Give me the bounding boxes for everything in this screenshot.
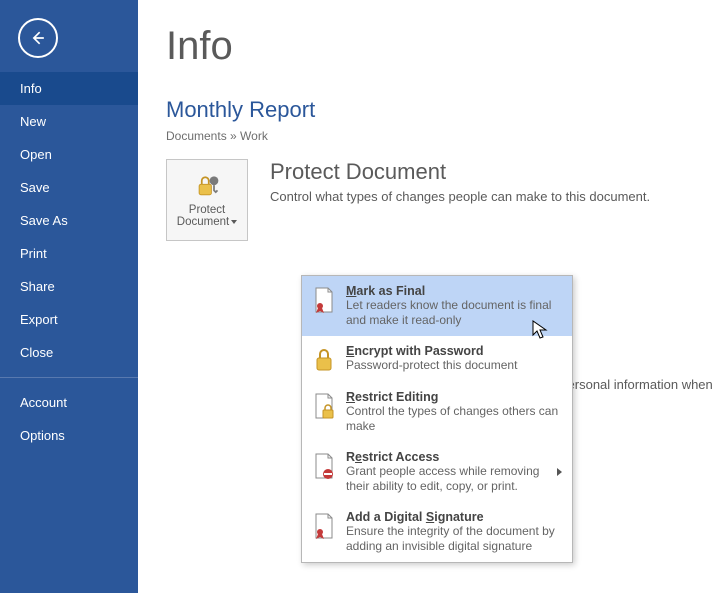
- menu-item-mark-as-final[interactable]: Mark as Final Let readers know the docum…: [302, 276, 572, 336]
- back-button[interactable]: [18, 18, 58, 58]
- sidebar-items: Info New Open Save Save As Print Share E…: [0, 72, 138, 452]
- protect-document-button-label: Protect Document: [167, 204, 247, 228]
- sidebar-item-open[interactable]: Open: [0, 138, 138, 171]
- sidebar-item-options[interactable]: Options: [0, 419, 138, 452]
- protect-card-desc: Control what types of changes people can…: [270, 189, 650, 204]
- chevron-right-icon: [556, 450, 562, 494]
- menu-item-label: Restrict Access: [346, 450, 556, 464]
- sidebar-item-save-as[interactable]: Save As: [0, 204, 138, 237]
- back-arrow-icon: [28, 28, 48, 48]
- chevron-down-icon: [231, 220, 237, 224]
- document-lock-icon: [312, 392, 336, 420]
- content-area: Info Monthly Report Documents » Work Pro…: [138, 0, 723, 593]
- protect-document-button[interactable]: Protect Document: [166, 159, 248, 241]
- menu-item-encrypt-password[interactable]: Encrypt with Password Password-protect t…: [302, 336, 572, 382]
- menu-item-desc: Password-protect this document: [346, 358, 562, 373]
- document-restrict-icon: [312, 452, 336, 480]
- sidebar-item-close[interactable]: Close: [0, 336, 138, 369]
- document-signature-icon: [312, 512, 336, 540]
- protect-document-menu: Mark as Final Let readers know the docum…: [301, 275, 573, 563]
- sidebar-item-info[interactable]: Info: [0, 72, 138, 105]
- page-title: Info: [166, 24, 723, 69]
- sidebar-item-share[interactable]: Share: [0, 270, 138, 303]
- menu-item-label: Encrypt with Password: [346, 344, 562, 358]
- protect-card: Protect Document Protect Document Contro…: [166, 159, 723, 241]
- sidebar-divider: [0, 377, 138, 378]
- menu-item-desc: Let readers know the document is final a…: [346, 298, 562, 328]
- document-path: Documents » Work: [166, 129, 723, 143]
- backstage-root: Info New Open Save Save As Print Share E…: [0, 0, 723, 593]
- lock-key-icon: [193, 172, 221, 200]
- sidebar-item-save[interactable]: Save: [0, 171, 138, 204]
- menu-item-desc: Control the types of changes others can …: [346, 404, 562, 434]
- menu-item-digital-signature[interactable]: Add a Digital Signature Ensure the integ…: [302, 502, 572, 562]
- sidebar-item-account[interactable]: Account: [0, 386, 138, 419]
- menu-item-restrict-editing[interactable]: Restrict Editing Control the types of ch…: [302, 382, 572, 442]
- menu-item-label: Add a Digital Signature: [346, 510, 562, 524]
- document-ribbon-icon: [312, 286, 336, 314]
- backstage-sidebar: Info New Open Save Save As Print Share E…: [0, 0, 138, 593]
- menu-item-label: Mark as Final: [346, 284, 562, 298]
- sidebar-item-new[interactable]: New: [0, 105, 138, 138]
- menu-item-desc: Ensure the integrity of the document by …: [346, 524, 562, 554]
- document-title: Monthly Report: [166, 97, 723, 123]
- lock-icon: [312, 346, 336, 374]
- menu-item-restrict-access[interactable]: Restrict Access Grant people access whil…: [302, 442, 572, 502]
- menu-item-desc: Grant people access while removing their…: [346, 464, 556, 494]
- sidebar-item-export[interactable]: Export: [0, 303, 138, 336]
- menu-item-label: Restrict Editing: [346, 390, 562, 404]
- protect-card-title: Protect Document: [270, 159, 650, 185]
- sidebar-item-print[interactable]: Print: [0, 237, 138, 270]
